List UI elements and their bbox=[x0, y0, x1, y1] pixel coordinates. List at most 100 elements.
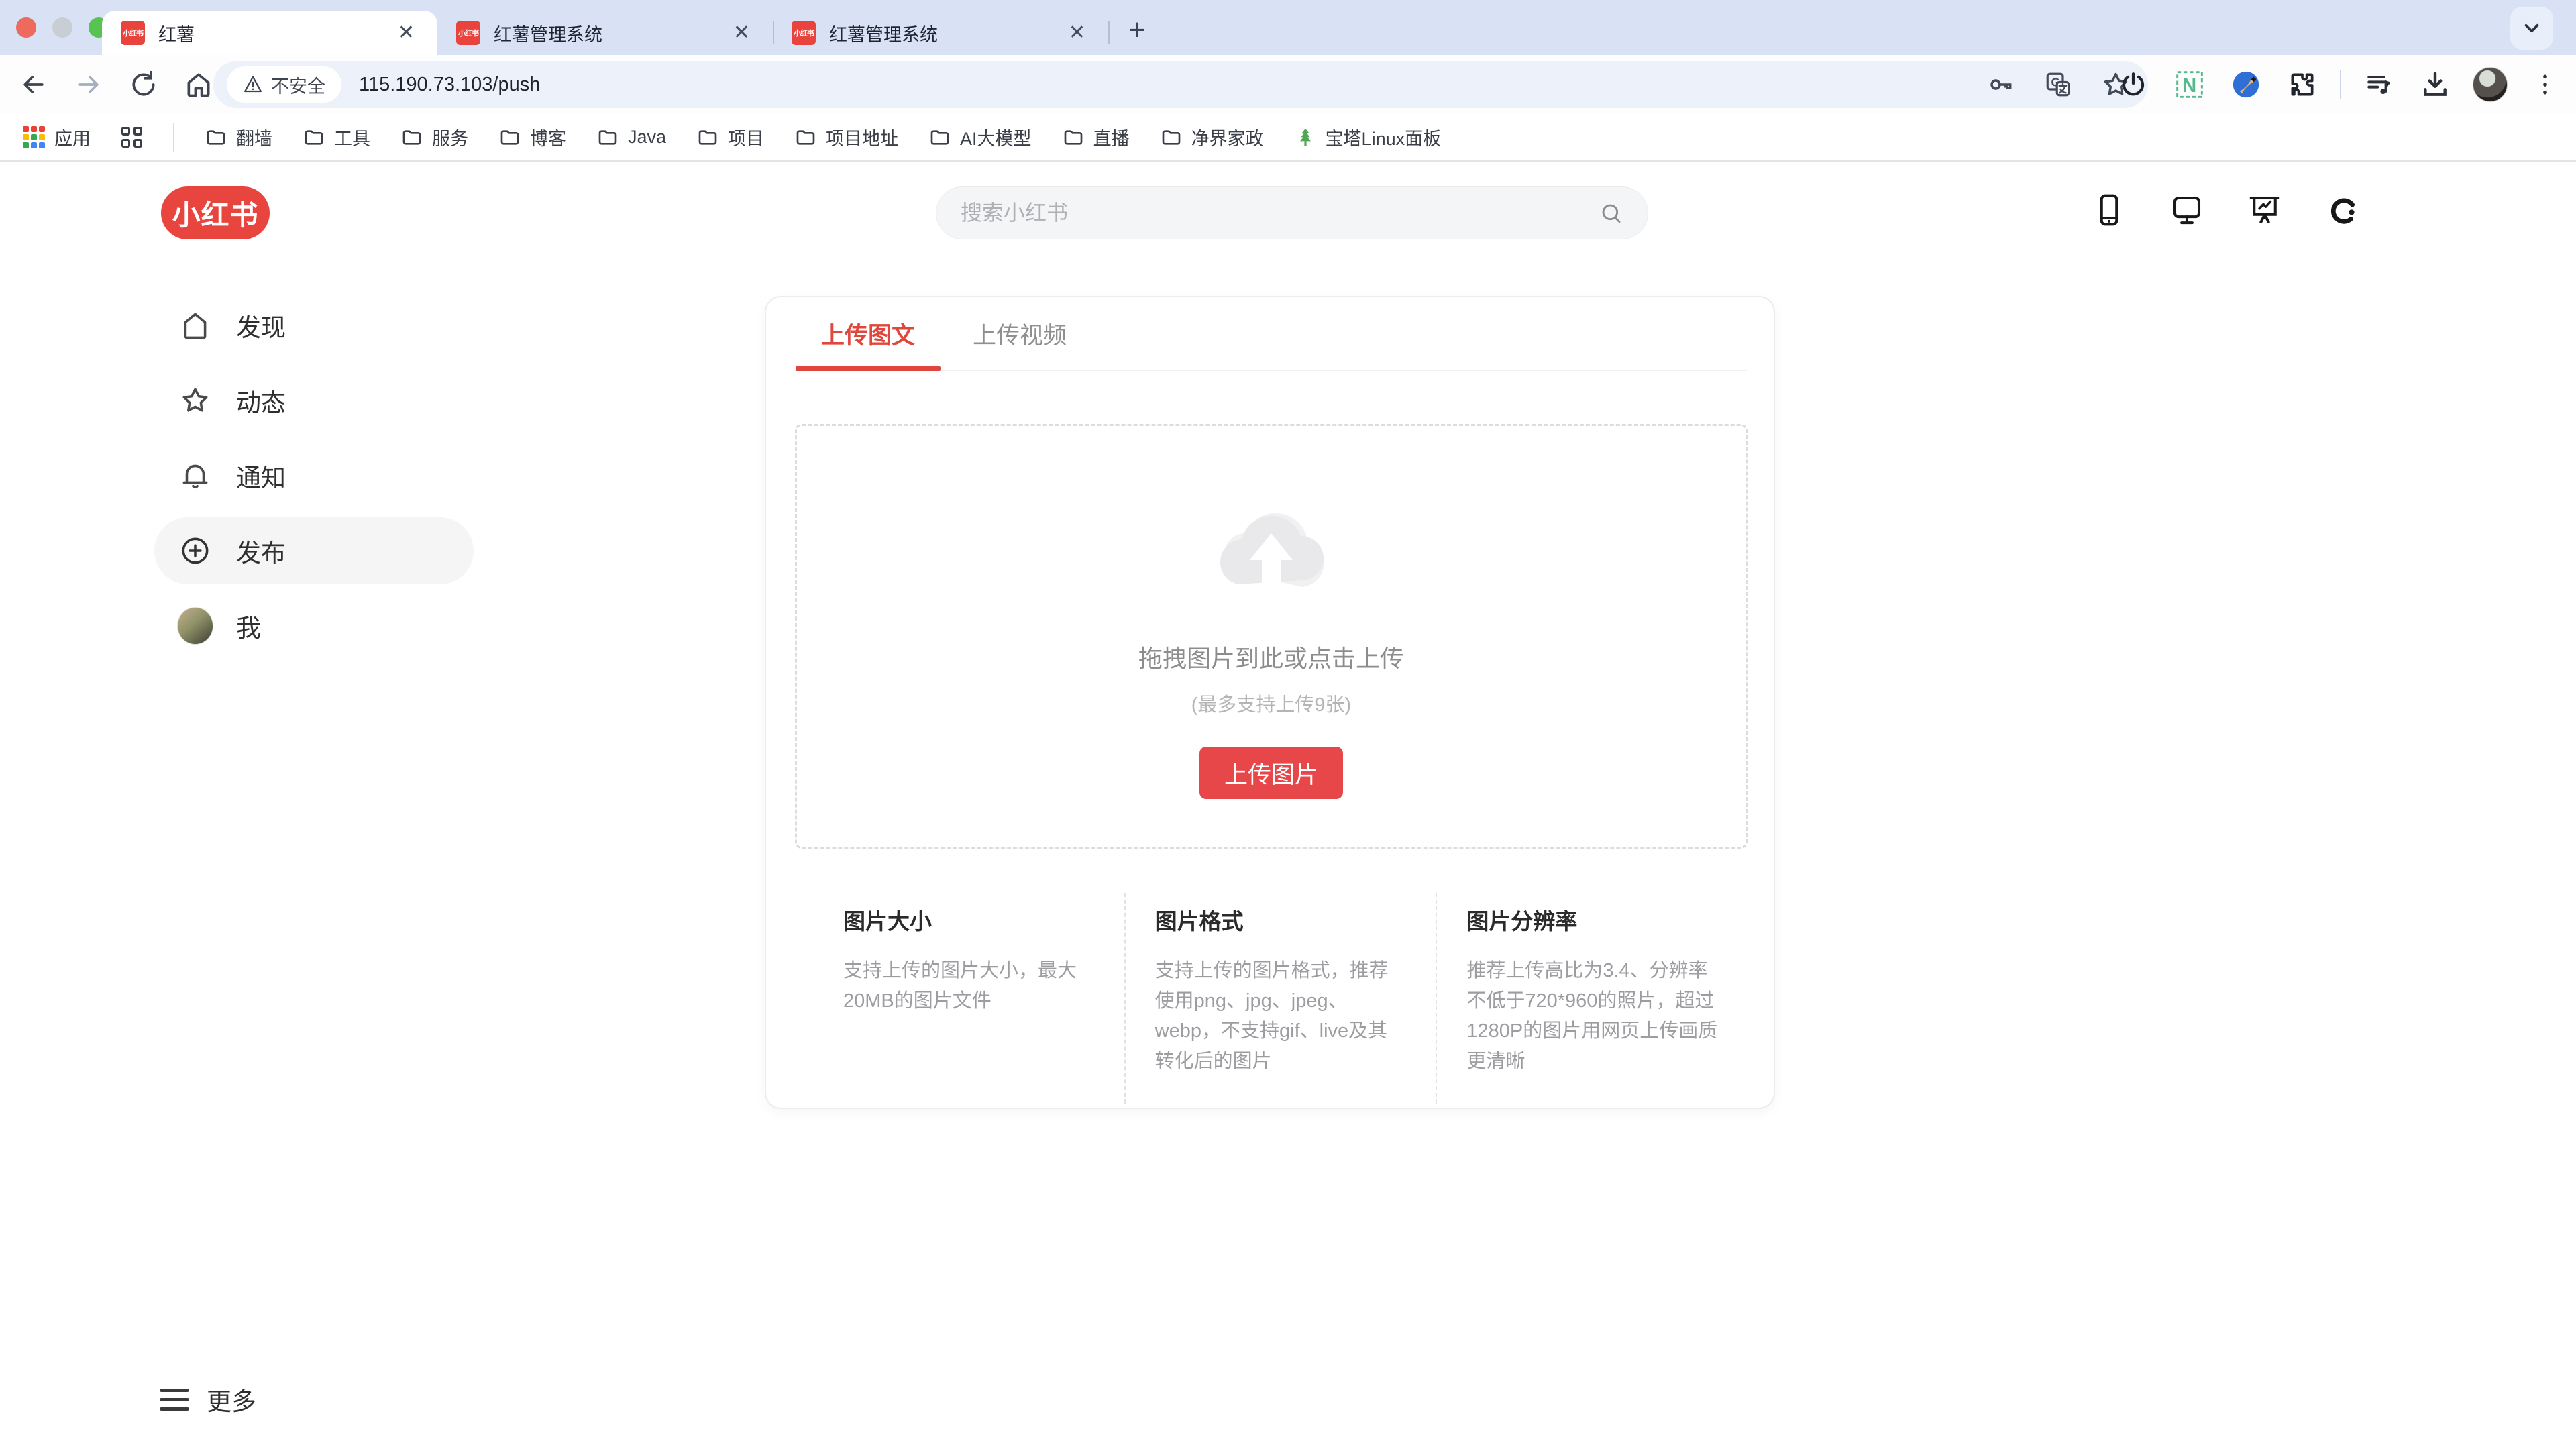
paint-extension-button[interactable] bbox=[2227, 66, 2265, 103]
folder-icon bbox=[401, 127, 423, 148]
home-button[interactable] bbox=[180, 66, 217, 103]
folder-icon bbox=[499, 127, 521, 148]
sidebar-item-discover[interactable]: 发现 bbox=[154, 292, 474, 359]
bookmark-folder[interactable]: 工具 bbox=[303, 124, 370, 150]
notion-extension-button[interactable]: N bbox=[2171, 66, 2208, 103]
password-key-button[interactable] bbox=[1982, 66, 2019, 103]
tip-image-size: 图片大小 支持上传的图片大小，最大20MB的图片文件 bbox=[795, 893, 1124, 1104]
extensions-button[interactable] bbox=[2284, 66, 2321, 103]
refresh-service-button[interactable] bbox=[2322, 190, 2363, 230]
sidebar-item-publish[interactable]: 发布 bbox=[154, 517, 474, 584]
browser-tab-1[interactable]: 小红书 红薯 ✕ bbox=[102, 11, 437, 55]
bookmark-folder[interactable]: AI大模型 bbox=[929, 124, 1032, 150]
creator-dashboard-button[interactable] bbox=[2245, 190, 2285, 230]
xiaohongshu-favicon: 小红书 bbox=[456, 21, 480, 45]
bookmark-label: 应用 bbox=[54, 124, 91, 150]
tip-title: 图片格式 bbox=[1155, 904, 1407, 936]
power-extension-button[interactable] bbox=[2114, 66, 2152, 103]
more-label: 更多 bbox=[207, 1381, 256, 1417]
xiaohongshu-logo[interactable]: 小红书 bbox=[161, 186, 270, 239]
reload-button[interactable] bbox=[125, 66, 162, 103]
publish-card: 上传图文 上传视频 拖拽图片到此或点击上传 (最多支持上传9张) 上传图片 图片… bbox=[765, 296, 1775, 1109]
more-menu[interactable]: 更多 bbox=[160, 1381, 256, 1417]
tab-title: 红薯 bbox=[158, 20, 392, 46]
browser-tab-2[interactable]: 小红书 红薯管理系统 ✕ bbox=[437, 11, 773, 55]
forward-button[interactable] bbox=[70, 66, 107, 103]
monitor-icon bbox=[2169, 192, 2205, 228]
reload-icon bbox=[129, 70, 158, 99]
bookmark-folder[interactable]: 项目 bbox=[697, 124, 764, 150]
bookmark-folder[interactable]: 净界家政 bbox=[1161, 124, 1264, 150]
browser-tab-3[interactable]: 小红书 红薯管理系统 ✕ bbox=[773, 11, 1108, 55]
publish-tabs: 上传图文 上传视频 bbox=[793, 297, 1747, 371]
tip-image-resolution: 图片分辨率 推荐上传高比为3.4、分辨率不低于720*960的照片，超过1280… bbox=[1436, 893, 1748, 1104]
sidebar-item-label: 我 bbox=[236, 608, 261, 644]
tab-upload-video[interactable]: 上传视频 bbox=[947, 297, 1092, 370]
tip-image-format: 图片格式 支持上传的图片格式，推荐使用png、jpg、jpeg、webp，不支持… bbox=[1124, 893, 1436, 1104]
browser-toolbar: 不安全 115.190.73.103/push G N bbox=[0, 55, 2576, 114]
folder-icon bbox=[795, 127, 816, 148]
folder-icon bbox=[303, 127, 325, 148]
mobile-app-button[interactable] bbox=[2089, 190, 2129, 230]
sidebar-item-notifications[interactable]: 通知 bbox=[154, 442, 474, 509]
back-button[interactable] bbox=[15, 66, 52, 103]
desktop-version-button[interactable] bbox=[2167, 190, 2207, 230]
close-window-button[interactable] bbox=[16, 17, 36, 38]
bookmark-folder[interactable]: Java bbox=[597, 127, 666, 148]
media-controls-button[interactable] bbox=[2360, 66, 2398, 103]
sidebar-item-profile[interactable]: 我 bbox=[154, 592, 474, 659]
bookmark-folder[interactable]: 博客 bbox=[499, 124, 566, 150]
dropzone-subtitle: (最多支持上传9张) bbox=[1191, 689, 1351, 717]
tip-title: 图片分辨率 bbox=[1466, 904, 1718, 936]
tab-upload-images[interactable]: 上传图文 bbox=[796, 297, 941, 370]
paintbrush-icon bbox=[2231, 69, 2261, 100]
search-bar[interactable] bbox=[936, 186, 1648, 239]
search-input[interactable] bbox=[959, 200, 1598, 226]
image-dropzone[interactable]: 拖拽图片到此或点击上传 (最多支持上传9张) 上传图片 bbox=[795, 424, 1748, 849]
translate-button[interactable]: G bbox=[2039, 66, 2077, 103]
sidebar-item-label: 发现 bbox=[236, 307, 286, 343]
upload-cloud-icon bbox=[1197, 493, 1345, 607]
kebab-menu-icon bbox=[2532, 71, 2559, 98]
profile-avatar bbox=[177, 607, 213, 645]
hamburger-icon bbox=[160, 1389, 189, 1411]
n-badge-icon: N bbox=[2175, 70, 2204, 99]
sidebar-item-label: 通知 bbox=[236, 458, 286, 494]
browser-profile-avatar[interactable] bbox=[2473, 67, 2508, 102]
new-tab-button[interactable]: + bbox=[1118, 11, 1157, 50]
sidebar: 发现 动态 通知 发布 我 bbox=[154, 292, 474, 659]
bookmark-folder[interactable]: 直播 bbox=[1063, 124, 1130, 150]
plus-circle-icon bbox=[177, 533, 213, 569]
bookmark-folder[interactable]: 翻墙 bbox=[205, 124, 272, 150]
browser-menu-button[interactable] bbox=[2526, 66, 2564, 103]
puzzle-icon bbox=[2288, 70, 2317, 99]
bookmarks-separator bbox=[173, 123, 174, 152]
sidebar-item-feed[interactable]: 动态 bbox=[154, 367, 474, 434]
tab-close-icon[interactable]: ✕ bbox=[392, 20, 420, 46]
smartphone-icon bbox=[2091, 192, 2127, 228]
translate-icon: G bbox=[2044, 70, 2072, 99]
bookmark-grid-shortcut[interactable] bbox=[121, 127, 142, 148]
bookmarks-bar: 应用 翻墙 工具 服务 博客 Java 项目 项目地址 AI大模型 直播 净界家… bbox=[0, 114, 2576, 162]
bookmark-bt-panel[interactable]: 宝塔Linux面板 bbox=[1295, 124, 1442, 150]
apps-grid-icon bbox=[23, 126, 45, 148]
address-bar[interactable]: 不安全 115.190.73.103/push G bbox=[213, 61, 2148, 108]
upload-image-button[interactable]: 上传图片 bbox=[1199, 747, 1343, 799]
tab-close-icon[interactable]: ✕ bbox=[1063, 20, 1091, 46]
home-icon bbox=[184, 70, 213, 99]
tab-close-icon[interactable]: ✕ bbox=[728, 20, 755, 46]
forward-icon bbox=[74, 70, 103, 99]
bookmark-folder[interactable]: 项目地址 bbox=[795, 124, 898, 150]
minimize-window-button[interactable] bbox=[52, 17, 72, 38]
bookmark-folder[interactable]: 服务 bbox=[401, 124, 468, 150]
search-icon[interactable] bbox=[1598, 200, 1625, 227]
bookmark-apps[interactable]: 应用 bbox=[23, 124, 91, 150]
downloads-button[interactable] bbox=[2416, 66, 2454, 103]
folder-icon bbox=[1161, 127, 1182, 148]
url-text: 115.190.73.103/push bbox=[359, 74, 540, 96]
key-icon bbox=[1986, 70, 2015, 99]
security-chip[interactable]: 不安全 bbox=[227, 66, 341, 103]
tip-title: 图片大小 bbox=[843, 904, 1095, 936]
tab-search-button[interactable] bbox=[2510, 7, 2553, 50]
home-icon bbox=[177, 307, 213, 343]
